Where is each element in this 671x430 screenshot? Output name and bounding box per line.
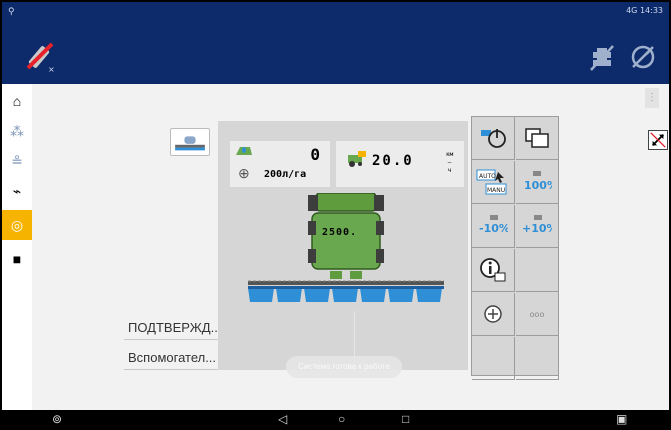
- nav-sprayer-app[interactable]: ◎: [2, 210, 32, 240]
- boom-view-button[interactable]: [170, 128, 210, 156]
- svg-text:MANU: MANU: [487, 187, 505, 194]
- app-logo-icon[interactable]: ⊚: [52, 411, 62, 427]
- target-rate: 200л/га: [264, 169, 307, 180]
- app-bar: ×: [2, 30, 669, 84]
- nav-calibration[interactable]: ≗: [2, 146, 32, 176]
- recents-icon[interactable]: □: [402, 411, 409, 427]
- overflow-menu-button[interactable]: ⋮: [645, 88, 659, 108]
- calibration-icon: ≗: [11, 152, 23, 169]
- rate-minus-button[interactable]: -10%: [472, 205, 515, 248]
- target-rate-icon: ⊕: [238, 165, 250, 181]
- nav-home[interactable]: ⌂: [2, 86, 32, 116]
- speed-gauge-off-icon[interactable]: [630, 44, 656, 70]
- system-nav-bar: ⊚ ◁ ○ □ ▣: [2, 410, 669, 428]
- copy-section-icon: [525, 128, 549, 148]
- tank-volume: 2500.: [322, 227, 358, 238]
- rate-plus-button[interactable]: +10%: [516, 205, 559, 248]
- speed-tractor-icon: [348, 151, 366, 167]
- rate-plus-icon: +10%: [522, 215, 552, 235]
- home-nav-icon[interactable]: ○: [338, 411, 345, 427]
- screenshot-icon[interactable]: ▣: [616, 411, 627, 427]
- svg-text:AUTO: AUTO: [479, 173, 496, 180]
- home-icon: ⌂: [12, 93, 22, 109]
- power-toggle-button[interactable]: [472, 117, 515, 160]
- expand-icon[interactable]: [648, 130, 668, 150]
- empty-cell: [516, 249, 559, 292]
- auxiliary-button[interactable]: Вспомогател...: [124, 346, 218, 370]
- nav-activity[interactable]: ⌁: [2, 176, 32, 206]
- activity-icon: ⌁: [12, 182, 22, 199]
- status-bar: ⚲ 4G 14:33: [2, 2, 669, 30]
- camera-icon: ■: [12, 251, 22, 267]
- info-icon: [480, 258, 506, 282]
- svg-text:-10%: -10%: [479, 222, 508, 235]
- copy-section-button[interactable]: [516, 117, 559, 160]
- left-nav: ⌂ ⁂ ≗ ⌁ ◎ ■: [2, 84, 32, 410]
- confirm-button[interactable]: ПОДТВЕРЖД...: [124, 316, 218, 340]
- rate-100-icon: 100%: [524, 171, 552, 192]
- sprayer-panel: 0 ⊕ 200л/га 20.0 км — ч 2500.: [218, 121, 468, 370]
- info-button[interactable]: [472, 249, 515, 292]
- add-button[interactable]: [472, 293, 515, 336]
- add-icon: [484, 305, 502, 323]
- status-toast: Система готова к работе: [286, 356, 402, 378]
- more-icon: ooo: [529, 309, 545, 319]
- gps-route-icon: ⁂: [10, 122, 24, 139]
- svg-text:100%: 100%: [524, 179, 552, 192]
- applied-area-icon: [236, 147, 252, 155]
- more-button[interactable]: ooo: [516, 293, 559, 336]
- rate-100-button[interactable]: 100%: [516, 161, 559, 204]
- nav-gps-route[interactable]: ⁂: [2, 116, 32, 146]
- status-time: 4G 14:33: [626, 6, 663, 15]
- location-pin-icon: ⚲: [8, 6, 15, 16]
- sprayer-app-icon: ◎: [10, 216, 24, 233]
- rate-box: 0 ⊕ 200л/га: [230, 141, 330, 187]
- power-toggle-icon: [481, 129, 506, 148]
- applied-value: 0: [310, 145, 320, 164]
- empty-cell: [472, 337, 515, 380]
- nav-camera[interactable]: ■: [2, 244, 32, 274]
- boom-sections: [248, 286, 444, 302]
- auto-manual-button[interactable]: AUTO MANU: [472, 161, 515, 204]
- empty-cell: [516, 337, 559, 380]
- svg-text:×: ×: [48, 65, 55, 74]
- speed-unit: км — ч: [446, 151, 454, 174]
- no-steering-icon[interactable]: [588, 44, 616, 72]
- auto-manual-icon: AUTO MANU: [476, 169, 507, 195]
- control-grid: AUTO MANU 100% -10% +10%: [471, 116, 559, 380]
- svg-text:+10%: +10%: [522, 222, 552, 235]
- back-icon[interactable]: ◁: [278, 411, 287, 427]
- rate-minus-icon: -10%: [479, 215, 508, 235]
- gps-off-icon[interactable]: ×: [26, 40, 56, 74]
- speed-box: 20.0 км — ч: [336, 141, 464, 187]
- speed-value: 20.0: [372, 153, 414, 169]
